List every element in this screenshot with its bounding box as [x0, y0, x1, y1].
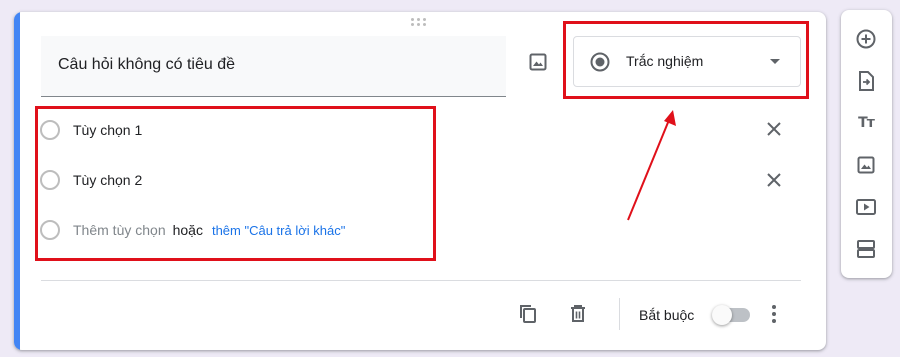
add-section-button[interactable]: [854, 237, 878, 261]
duplicate-button[interactable]: [516, 302, 540, 326]
question-type-dropdown[interactable]: Trắc nghiệm: [573, 36, 801, 87]
add-image-tool-button[interactable]: [854, 153, 878, 177]
add-other-answer-link[interactable]: thêm "Câu trả lời khác": [212, 223, 345, 238]
footer-vertical-divider: [619, 298, 620, 330]
footer-divider: [41, 280, 801, 281]
radio-icon: [40, 220, 60, 240]
import-questions-icon: [859, 71, 874, 91]
question-title-field[interactable]: Câu hỏi không có tiêu đề: [41, 36, 506, 97]
remove-option-button[interactable]: [764, 119, 784, 139]
close-icon: [767, 173, 781, 187]
add-option-button[interactable]: Thêm tùy chọn: [73, 222, 166, 238]
floating-toolbar: Tт: [841, 10, 892, 278]
required-toggle[interactable]: [712, 305, 750, 325]
drag-handle-icon[interactable]: [411, 18, 429, 28]
radio-icon: [40, 170, 60, 190]
import-questions-button[interactable]: [854, 69, 878, 93]
add-image-button[interactable]: [526, 50, 550, 74]
delete-button[interactable]: [566, 302, 590, 326]
question-title[interactable]: Câu hỏi không có tiêu đề: [58, 56, 235, 74]
dropdown-arrow-icon: [770, 59, 780, 64]
add-circle-icon: [856, 29, 876, 49]
more-vert-icon: [772, 305, 776, 323]
image-icon: [529, 53, 547, 71]
video-icon: [856, 199, 876, 215]
add-question-button[interactable]: [854, 27, 878, 51]
trash-icon: [571, 305, 585, 322]
image-icon: [857, 156, 875, 174]
more-options-button[interactable]: [762, 302, 786, 326]
add-video-button[interactable]: [854, 195, 878, 219]
annotation-arrow: [627, 110, 676, 221]
copy-icon: [520, 305, 536, 323]
radio-icon: [40, 120, 60, 140]
required-label: Bắt buộc: [639, 307, 695, 323]
option-label[interactable]: Tùy chọn 2: [73, 172, 142, 188]
title-text-icon: Tт: [858, 115, 875, 131]
option-label[interactable]: Tùy chọn 1: [73, 122, 142, 138]
option-row: Tùy chọn 1: [40, 117, 142, 143]
toggle-thumb: [712, 305, 732, 325]
radio-checked-icon: [590, 52, 610, 72]
section-icon: [857, 240, 875, 258]
question-type-label: Trắc nghiệm: [626, 53, 704, 69]
option-row: Tùy chọn 2: [40, 167, 142, 193]
add-title-button[interactable]: Tт: [854, 111, 878, 135]
question-card[interactable]: Câu hỏi không có tiêu đề Trắc nghiệm Tùy…: [14, 12, 826, 350]
remove-option-button[interactable]: [764, 170, 784, 190]
add-option-row: Thêm tùy chọn hoặc thêm "Câu trả lời khá…: [40, 217, 345, 243]
active-card-indicator: [14, 12, 20, 350]
close-icon: [767, 122, 781, 136]
or-text: hoặc: [172, 222, 203, 238]
